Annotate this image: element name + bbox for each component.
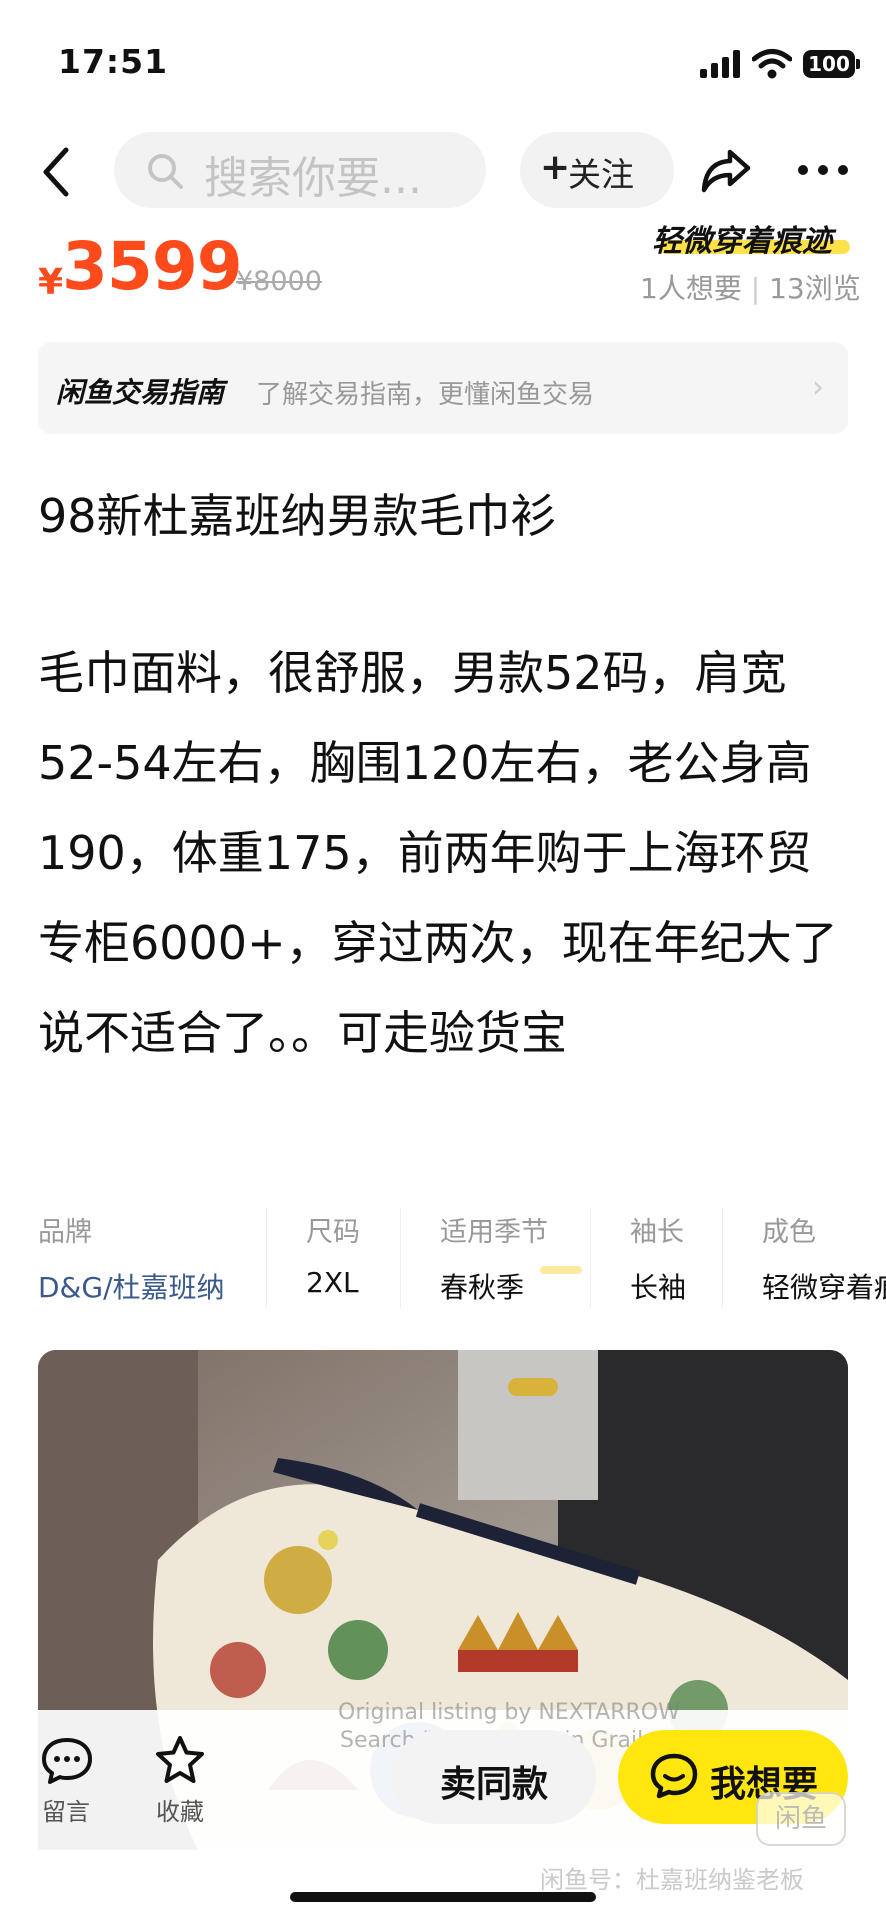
more-icon[interactable] bbox=[796, 162, 850, 178]
attr-value-condition: 轻微穿着痕 bbox=[762, 1271, 886, 1304]
price-value: 3599 bbox=[62, 228, 243, 305]
attr-value-brand[interactable]: D&G/杜嘉班纳 bbox=[38, 1266, 225, 1306]
attr-label-season: 适用季节 bbox=[440, 1217, 548, 1248]
search-placeholder: 搜索你要... bbox=[204, 153, 422, 204]
share-icon[interactable] bbox=[700, 146, 752, 196]
battery-tip bbox=[856, 59, 860, 69]
item-stats: 1人想要 | 13浏览 bbox=[640, 272, 861, 305]
want-count: 1人想要 bbox=[640, 272, 742, 305]
attr-value-sleeve: 长袖 bbox=[630, 1271, 687, 1304]
search-icon bbox=[148, 154, 183, 189]
wifi-icon bbox=[752, 49, 792, 79]
star-icon[interactable] bbox=[154, 1734, 206, 1786]
condition-tag: 轻微穿着痕迹 bbox=[652, 224, 832, 259]
follow-label: 关注 bbox=[568, 155, 634, 194]
attr-divider bbox=[722, 1208, 723, 1308]
chevron-right-icon: › bbox=[812, 370, 824, 405]
attr-divider bbox=[266, 1208, 267, 1308]
seller-watermark: 闲鱼号：杜嘉班纳鉴老板 bbox=[540, 1866, 804, 1894]
attr-label-size: 尺码 bbox=[306, 1217, 360, 1248]
guide-title: 闲鱼交易指南 bbox=[56, 376, 225, 409]
xianyu-logo-badge: 闲鱼 bbox=[756, 1792, 846, 1846]
favorite-label[interactable]: 收藏 bbox=[156, 1792, 204, 1827]
item-description: 毛巾面料，很舒服，男款52码，肩宽52-54左右，胸围120左右，老公身高190… bbox=[38, 646, 838, 1060]
cellular-signal-icon bbox=[700, 50, 744, 78]
view-count: 13浏览 bbox=[769, 272, 861, 305]
home-indicator bbox=[290, 1892, 596, 1902]
original-price: ¥8000 bbox=[236, 266, 322, 297]
chat-icon bbox=[650, 1753, 698, 1799]
attr-divider bbox=[400, 1208, 401, 1308]
attr-label-sleeve: 袖长 bbox=[630, 1217, 684, 1248]
status-time: 17:51 bbox=[58, 42, 169, 81]
attr-divider bbox=[590, 1208, 591, 1308]
plus-icon: + bbox=[540, 147, 571, 188]
attr-label-brand: 品牌 bbox=[38, 1217, 92, 1248]
item-title: 98新杜嘉班纳男款毛巾衫 bbox=[38, 489, 557, 543]
back-arrow-icon[interactable] bbox=[38, 146, 74, 198]
attr-value-size: 2XL bbox=[306, 1266, 359, 1299]
attr-label-condition: 成色 bbox=[762, 1217, 816, 1248]
battery-icon: 100 bbox=[803, 50, 855, 78]
season-highlight-mark bbox=[540, 1266, 582, 1274]
sell-same-label: 卖同款 bbox=[440, 1764, 549, 1805]
comment-icon[interactable] bbox=[40, 1736, 94, 1786]
price-currency: ¥ bbox=[38, 262, 64, 303]
watermark-line-1: Original listing by NEXTARROW bbox=[338, 1700, 680, 1725]
attr-value-season: 春秋季 bbox=[440, 1271, 525, 1304]
comment-label[interactable]: 留言 bbox=[42, 1792, 90, 1827]
guide-subtitle: 了解交易指南，更懂闲鱼交易 bbox=[256, 380, 595, 410]
